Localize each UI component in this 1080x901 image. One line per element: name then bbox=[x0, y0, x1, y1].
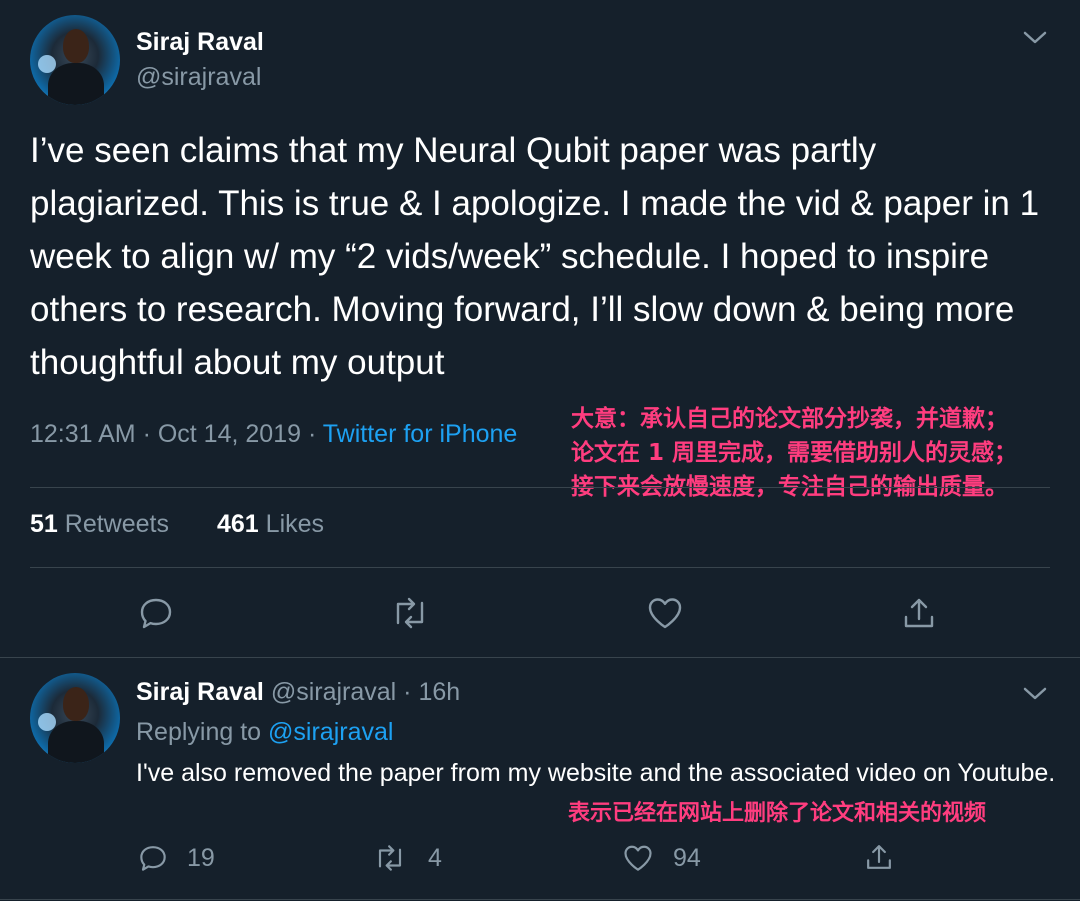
reply-author-name[interactable]: Siraj Raval bbox=[136, 678, 264, 706]
retweets-label: Retweets bbox=[64, 510, 169, 538]
replying-to-link[interactable]: @sirajraval bbox=[268, 718, 393, 746]
author-name[interactable]: Siraj Raval bbox=[136, 28, 264, 57]
retweets-stat[interactable]: 51 Retweets bbox=[30, 510, 169, 539]
share-icon bbox=[901, 595, 937, 631]
divider bbox=[30, 567, 1050, 568]
tweet-timestamp: 12:31 AM · Oct 14, 2019 · Twitter for iP… bbox=[30, 420, 517, 449]
replying-to: Replying to @sirajraval bbox=[136, 718, 393, 747]
reply-chevron-down-icon[interactable] bbox=[1022, 684, 1048, 704]
retweet-icon bbox=[390, 595, 430, 631]
like-button[interactable] bbox=[646, 595, 684, 631]
divider bbox=[0, 899, 1080, 900]
reply-header: Siraj Raval @sirajraval · 16h bbox=[136, 678, 460, 707]
likes-label: Likes bbox=[265, 510, 325, 538]
share-button[interactable] bbox=[901, 595, 937, 631]
tweet-source-link[interactable]: Twitter for iPhone bbox=[323, 420, 518, 448]
retweet-count: 4 bbox=[428, 844, 442, 872]
divider bbox=[0, 657, 1080, 658]
author-avatar[interactable] bbox=[30, 15, 120, 105]
likes-count: 461 bbox=[217, 510, 259, 538]
reply-count: 19 bbox=[187, 844, 215, 872]
replying-to-label: Replying to bbox=[136, 718, 262, 746]
reply-icon bbox=[138, 843, 168, 878]
reply-icon bbox=[138, 595, 174, 631]
annotation-line: 论文在 1 周里完成，需要借助别人的灵感； bbox=[571, 440, 1018, 466]
reply-age[interactable]: · 16h bbox=[403, 678, 460, 706]
retweets-count: 51 bbox=[30, 510, 58, 538]
reply-share-button[interactable] bbox=[864, 841, 894, 878]
likes-stat[interactable]: 461 Likes bbox=[217, 510, 324, 539]
divider bbox=[30, 487, 1050, 488]
like-icon bbox=[646, 595, 684, 631]
retweet-icon bbox=[373, 843, 407, 878]
author-handle[interactable]: @sirajraval bbox=[136, 63, 261, 92]
reply-author-handle[interactable]: @sirajraval bbox=[271, 678, 396, 706]
like-count: 94 bbox=[673, 844, 701, 872]
retweet-button[interactable] bbox=[390, 595, 430, 631]
share-icon bbox=[864, 845, 894, 877]
like-icon bbox=[622, 843, 654, 878]
reply-text: I've also removed the paper from my webs… bbox=[136, 759, 1056, 787]
annotation-reply: 表示已经在网站上删除了论文和相关的视频 bbox=[568, 801, 987, 826]
annotation-summary: 大意：承认自己的论文部分抄袭，并道歉； 论文在 1 周里完成，需要借助别人的灵感… bbox=[571, 402, 1017, 504]
annotation-line: 大意：承认自己的论文部分抄袭，并道歉； bbox=[571, 406, 1008, 432]
reply-button[interactable] bbox=[138, 595, 174, 631]
tweet-text: I’ve seen claims that my Neural Qubit pa… bbox=[30, 131, 1040, 382]
chevron-down-icon[interactable] bbox=[1022, 28, 1048, 48]
reply-author-avatar[interactable] bbox=[30, 673, 120, 763]
tweet-time[interactable]: 12:31 AM · Oct 14, 2019 · bbox=[30, 420, 316, 448]
